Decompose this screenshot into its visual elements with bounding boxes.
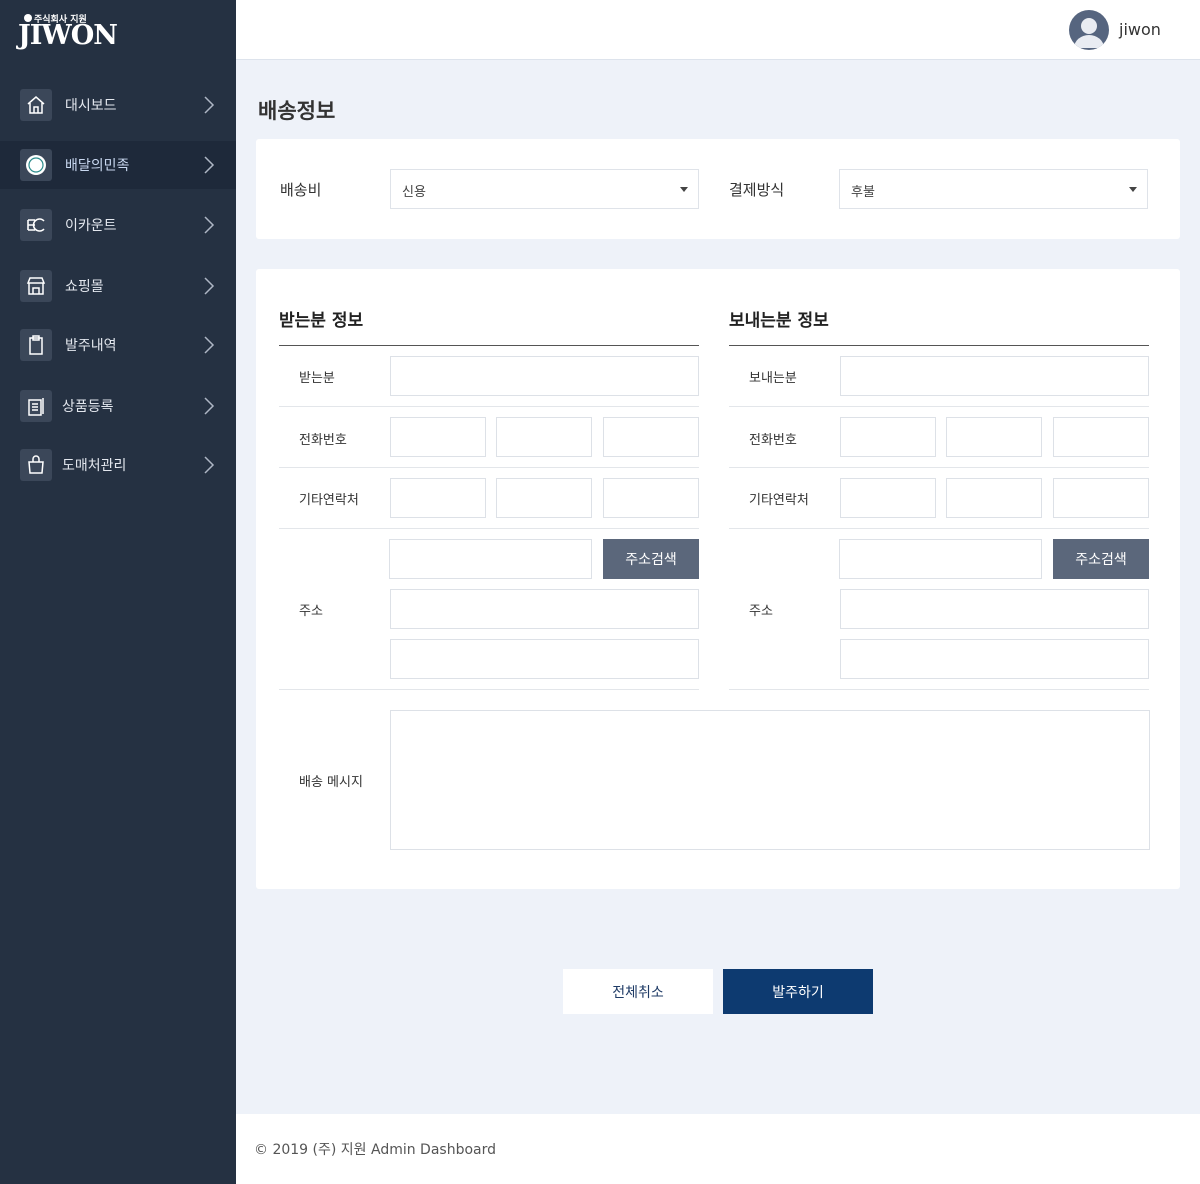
- sidebar-item-shopping-mall[interactable]: 쇼핑몰: [0, 262, 236, 310]
- receiver-phone-label: 전화번호: [299, 433, 347, 448]
- sidebar-item-label: 도매처관리: [62, 458, 127, 474]
- divider: [279, 345, 699, 346]
- place-order-button[interactable]: 발주하기: [723, 969, 873, 1014]
- sidebar-item-product-register[interactable]: 상품등록: [0, 382, 236, 430]
- receiver-address-search-button[interactable]: 주소검색: [603, 539, 699, 579]
- receiver-phone-input-3[interactable]: [603, 417, 699, 457]
- chevron-right-icon: [204, 336, 215, 354]
- sender-address-search-button[interactable]: 주소검색: [1053, 539, 1149, 579]
- sidebar-item-order-history[interactable]: 발주내역: [0, 321, 236, 369]
- divider: [279, 528, 699, 529]
- sidebar: 주식회사 지원 JIWON 대시보드 배달의민족 이카운트 쇼핑몰 발주내역 상…: [0, 0, 236, 1184]
- sender-address-input[interactable]: [840, 589, 1149, 629]
- caret-down-icon: [1129, 187, 1137, 192]
- divider: [729, 406, 1149, 407]
- payment-method-select[interactable]: 후불: [839, 169, 1148, 209]
- delivery-message-label: 배송 메시지: [299, 775, 363, 790]
- receiver-other-input-2[interactable]: [496, 478, 592, 518]
- clipboard-icon: [20, 329, 52, 361]
- sender-phone-input-2[interactable]: [946, 417, 1042, 457]
- baemin-icon: [20, 149, 52, 181]
- receiver-name-input[interactable]: [390, 356, 699, 396]
- product-register-icon: [20, 390, 52, 422]
- chevron-right-icon: [204, 277, 215, 295]
- divider: [279, 406, 699, 407]
- logo-wordmark: JIWON: [18, 20, 118, 51]
- receiver-address-label: 주소: [299, 604, 323, 619]
- sender-name-label: 보내는분: [749, 371, 797, 386]
- receiver-phone-input-2[interactable]: [496, 417, 592, 457]
- receiver-other-input-3[interactable]: [603, 478, 699, 518]
- shipping-fee-select[interactable]: 신용: [390, 169, 699, 209]
- sidebar-item-label: 상품등록: [62, 399, 114, 415]
- divider: [279, 467, 699, 468]
- receiver-section-title: 받는분 정보: [279, 311, 364, 331]
- sender-zipcode-input[interactable]: [839, 539, 1042, 579]
- sender-other-contact-label: 기타연락처: [749, 493, 809, 508]
- logo[interactable]: 주식회사 지원 JIWON: [18, 10, 118, 50]
- top-bar: jiwon: [236, 0, 1200, 60]
- shipping-fee-value: 신용: [402, 185, 426, 200]
- copyright-text: © 2019 (주) 지원 Admin Dashboard: [254, 1142, 497, 1158]
- sender-phone-input-1[interactable]: [840, 417, 936, 457]
- divider: [729, 345, 1149, 346]
- user-icon: [1074, 18, 1104, 48]
- sidebar-item-wholesaler[interactable]: 도매처관리: [0, 441, 236, 489]
- receiver-phone-input-1[interactable]: [390, 417, 486, 457]
- sender-address-label: 주소: [749, 604, 773, 619]
- sender-name-input[interactable]: [840, 356, 1149, 396]
- divider: [729, 467, 1149, 468]
- chevron-right-icon: [204, 216, 215, 234]
- chevron-right-icon: [204, 397, 215, 415]
- divider: [729, 528, 1149, 529]
- sidebar-item-label: 발주내역: [65, 338, 117, 354]
- sender-other-input-2[interactable]: [946, 478, 1042, 518]
- delivery-message-textarea[interactable]: [390, 710, 1150, 850]
- payment-method-label: 결제방식: [729, 181, 785, 199]
- sender-other-input-1[interactable]: [840, 478, 936, 518]
- sender-address-detail-input[interactable]: [840, 639, 1149, 679]
- sidebar-item-baemin[interactable]: 배달의민족: [0, 141, 236, 189]
- avatar[interactable]: [1069, 10, 1109, 50]
- sender-section-title: 보내는분 정보: [729, 311, 829, 331]
- chevron-right-icon: [204, 456, 215, 474]
- receiver-address-detail-input[interactable]: [390, 639, 699, 679]
- address-info-card: 받는분 정보 받는분 전화번호 기타연락처 주소 주소검색 보내는분 정보 보내…: [256, 269, 1180, 889]
- receiver-zipcode-input[interactable]: [389, 539, 592, 579]
- sidebar-item-label: 쇼핑몰: [65, 279, 104, 295]
- sidebar-item-label: 배달의민족: [65, 158, 130, 174]
- ecount-icon: [20, 209, 52, 241]
- home-icon: [20, 89, 52, 121]
- shipping-fee-label: 배송비: [280, 181, 322, 199]
- divider: [729, 689, 1149, 690]
- cancel-all-button[interactable]: 전체취소: [563, 969, 713, 1014]
- footer: © 2019 (주) 지원 Admin Dashboard: [236, 1114, 1200, 1184]
- sidebar-item-label: 대시보드: [65, 98, 117, 114]
- shopping-bag-icon: [20, 449, 52, 481]
- shipping-options-card: 배송비 신용 결제방식 후불: [256, 139, 1180, 239]
- payment-method-value: 후불: [851, 185, 875, 200]
- store-icon: [20, 270, 52, 302]
- sender-phone-label: 전화번호: [749, 433, 797, 448]
- receiver-name-label: 받는분: [299, 371, 335, 386]
- chevron-right-icon: [204, 96, 215, 114]
- caret-down-icon: [680, 187, 688, 192]
- sidebar-item-dashboard[interactable]: 대시보드: [0, 81, 236, 129]
- chevron-right-icon: [204, 156, 215, 174]
- receiver-address-input[interactable]: [390, 589, 699, 629]
- receiver-other-input-1[interactable]: [390, 478, 486, 518]
- sidebar-item-ecount[interactable]: 이카운트: [0, 201, 236, 249]
- receiver-other-contact-label: 기타연락처: [299, 493, 359, 508]
- username: jiwon: [1119, 20, 1161, 39]
- sidebar-item-label: 이카운트: [65, 218, 117, 234]
- sender-other-input-3[interactable]: [1053, 478, 1149, 518]
- page-title: 배송정보: [258, 99, 336, 123]
- divider: [279, 689, 699, 690]
- sender-phone-input-3[interactable]: [1053, 417, 1149, 457]
